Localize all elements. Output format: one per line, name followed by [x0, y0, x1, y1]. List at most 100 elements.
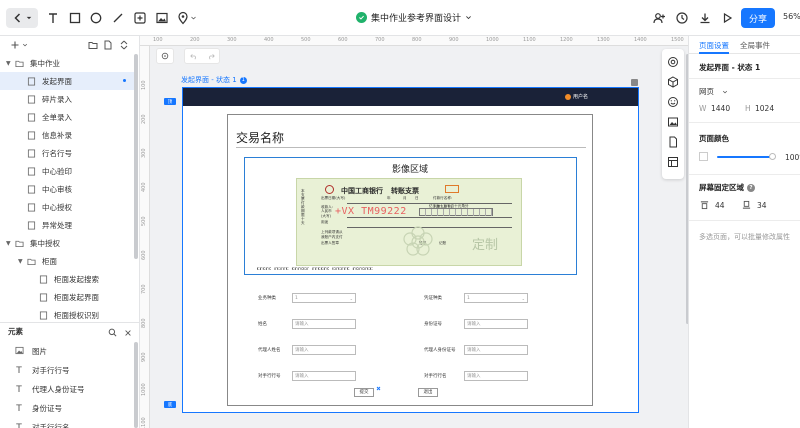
field-input[interactable]: 请输入 [292, 345, 356, 355]
back-menu-button[interactable] [6, 8, 38, 28]
image-tool-button[interactable] [153, 8, 171, 28]
tree-page-item[interactable]: 柜面发起界面 [0, 288, 134, 306]
artboard[interactable]: 用户名 交易名称 影像区域 中国工商银行 转账支票 本支票付款期限十天 出票日期… [182, 79, 639, 413]
opacity-slider[interactable] [717, 156, 771, 158]
fixed-top-input[interactable]: 44 [715, 201, 725, 210]
app-top-navbar: 用户名 [183, 88, 638, 106]
line-tool-button[interactable] [109, 8, 127, 28]
search-icon[interactable] [108, 328, 117, 337]
add-page-icon[interactable] [10, 40, 20, 50]
tab-global-events[interactable]: 全局事件 [740, 40, 770, 51]
smile-icon[interactable] [667, 96, 679, 108]
ruler-tick-label: 1500 [671, 37, 684, 43]
tree-folder[interactable]: ▼ 集中授权 [0, 234, 134, 252]
tree-folder[interactable]: ▼ 集中作业 [0, 54, 134, 72]
height-input[interactable]: 1024 [755, 104, 774, 113]
tree-page-item[interactable]: 异常处理 [0, 216, 134, 234]
page-color-swatch[interactable] [699, 152, 708, 161]
file-icon[interactable] [667, 136, 679, 148]
text-tool-button[interactable] [44, 8, 62, 28]
zoom-level[interactable]: 56% [783, 12, 800, 21]
element-list-item[interactable]: T 代理人身份证号 [0, 380, 134, 399]
share-button[interactable]: 分享 [741, 8, 775, 28]
ruler-tick-label: 800 [412, 37, 422, 43]
history-button[interactable] [673, 8, 691, 28]
new-page-icon[interactable] [103, 40, 113, 50]
field-select[interactable]: 1 ⌄ [464, 293, 528, 303]
layout-icon[interactable] [667, 156, 679, 168]
download-button[interactable] [696, 8, 714, 28]
cancel-button[interactable]: 退出 [418, 388, 438, 397]
tree-folder[interactable]: ▼ 柜面 [0, 252, 134, 270]
element-list-item[interactable]: 图片 [0, 342, 134, 361]
help-icon[interactable]: ? [747, 183, 755, 192]
undo-icon[interactable] [189, 52, 198, 60]
page-icon [27, 166, 36, 176]
fixed-bottom-input[interactable]: 34 [757, 201, 767, 210]
artboard-handle[interactable] [631, 79, 638, 86]
design-canvas[interactable]: 发起界面 - 状态 1 1 顶 底 用户名 交易名称 影像区域 中国工商银行 转… [150, 46, 688, 428]
collapse-icon[interactable] [119, 40, 129, 50]
device-select[interactable]: 网页 [699, 86, 728, 97]
chevron-down-icon [722, 90, 728, 93]
folder-icon [27, 257, 36, 266]
tree-page-item[interactable]: 发起界面 [0, 72, 134, 90]
caret-down-icon[interactable]: ▼ [6, 240, 12, 247]
frame-label[interactable]: 发起界面 - 状态 1 1 [181, 75, 247, 85]
tree-page-item[interactable]: 碎片录入 [0, 90, 134, 108]
cheque-micr-code: ⑆⑈⑆⑈⑆ ⑈⑆⑈⑈⑆ ⑆⑈⑈⑆⑆⑈ ⑈⑈⑆⑆⑈⑆ ⑆⑈⑆⑈⑈⑆ ⑈⑆⑈⑆⑈⑆⑆ [257, 266, 374, 271]
target-button[interactable] [156, 48, 174, 64]
field-input[interactable]: 请输入 [464, 319, 528, 329]
preview-button[interactable] [718, 8, 736, 28]
elements-scrollbar[interactable] [134, 342, 138, 428]
tree-page-item[interactable]: 中心验印 [0, 162, 134, 180]
cheque-field-label: 年 [387, 196, 391, 200]
tree-item-label: 信息补录 [42, 130, 72, 140]
target-icon[interactable] [667, 56, 679, 68]
element-list-item[interactable]: T 对手行行号 [0, 361, 134, 380]
tree-scrollbar[interactable] [134, 54, 138, 259]
tree-page-item[interactable]: 全单录入 [0, 108, 134, 126]
ruler-tick-label: 900 [141, 352, 147, 362]
opacity-value[interactable]: 100% [785, 153, 800, 162]
element-list-item[interactable]: T 身份证号 [0, 399, 134, 418]
tree-page-item[interactable]: 中心授权 [0, 198, 134, 216]
width-input[interactable]: 1440 [711, 104, 730, 113]
close-icon[interactable] [124, 329, 132, 337]
field-input[interactable]: 请输入 [464, 371, 528, 381]
rectangle-tool-button[interactable] [66, 8, 84, 28]
submit-button[interactable]: 提交 [354, 388, 374, 397]
field-select[interactable]: 1 ⌄ [292, 293, 356, 303]
image-icon [14, 346, 24, 358]
image-icon[interactable] [667, 116, 679, 128]
caret-down-icon [26, 16, 32, 20]
field-input[interactable]: 请输入 [464, 345, 528, 355]
field-input[interactable]: 请输入 [292, 319, 356, 329]
field-label: 凭证种类 [424, 296, 442, 301]
add-element-button[interactable] [131, 8, 149, 28]
tree-page-item[interactable]: 中心审核 [0, 180, 134, 198]
close-icon[interactable] [376, 386, 381, 391]
cube-icon[interactable] [667, 76, 679, 88]
field-input[interactable]: 请输入 [292, 371, 356, 381]
location-tool-button[interactable] [174, 8, 198, 28]
caret-down-icon[interactable] [22, 40, 28, 50]
tree-page-item[interactable]: 行名行号 [0, 144, 134, 162]
element-list-item[interactable]: T 对手行行名 [0, 418, 134, 428]
tree-page-item[interactable]: 信息补录 [0, 126, 134, 144]
tree-page-item[interactable]: 柜面发起搜索 [0, 270, 134, 288]
cheque-rule [347, 203, 512, 204]
caret-down-icon[interactable]: ▼ [6, 60, 12, 67]
tree-item-label: 中心验印 [42, 166, 72, 176]
document-title-text: 集中作业参考界面设计 [371, 14, 462, 24]
opacity-slider-handle[interactable] [769, 153, 776, 160]
caret-down-icon[interactable]: ▼ [18, 258, 24, 265]
ellipse-tool-button[interactable] [87, 8, 105, 28]
user-menu[interactable]: 用户名 [564, 93, 588, 100]
redo-icon[interactable] [207, 52, 215, 60]
document-title[interactable]: 集中作业参考界面设计 [356, 11, 472, 24]
add-user-button[interactable] [650, 8, 668, 28]
folder-icon[interactable] [88, 40, 98, 50]
tab-page-settings[interactable]: 页面设置 [699, 40, 729, 51]
transaction-title: 交易名称 [236, 131, 285, 145]
